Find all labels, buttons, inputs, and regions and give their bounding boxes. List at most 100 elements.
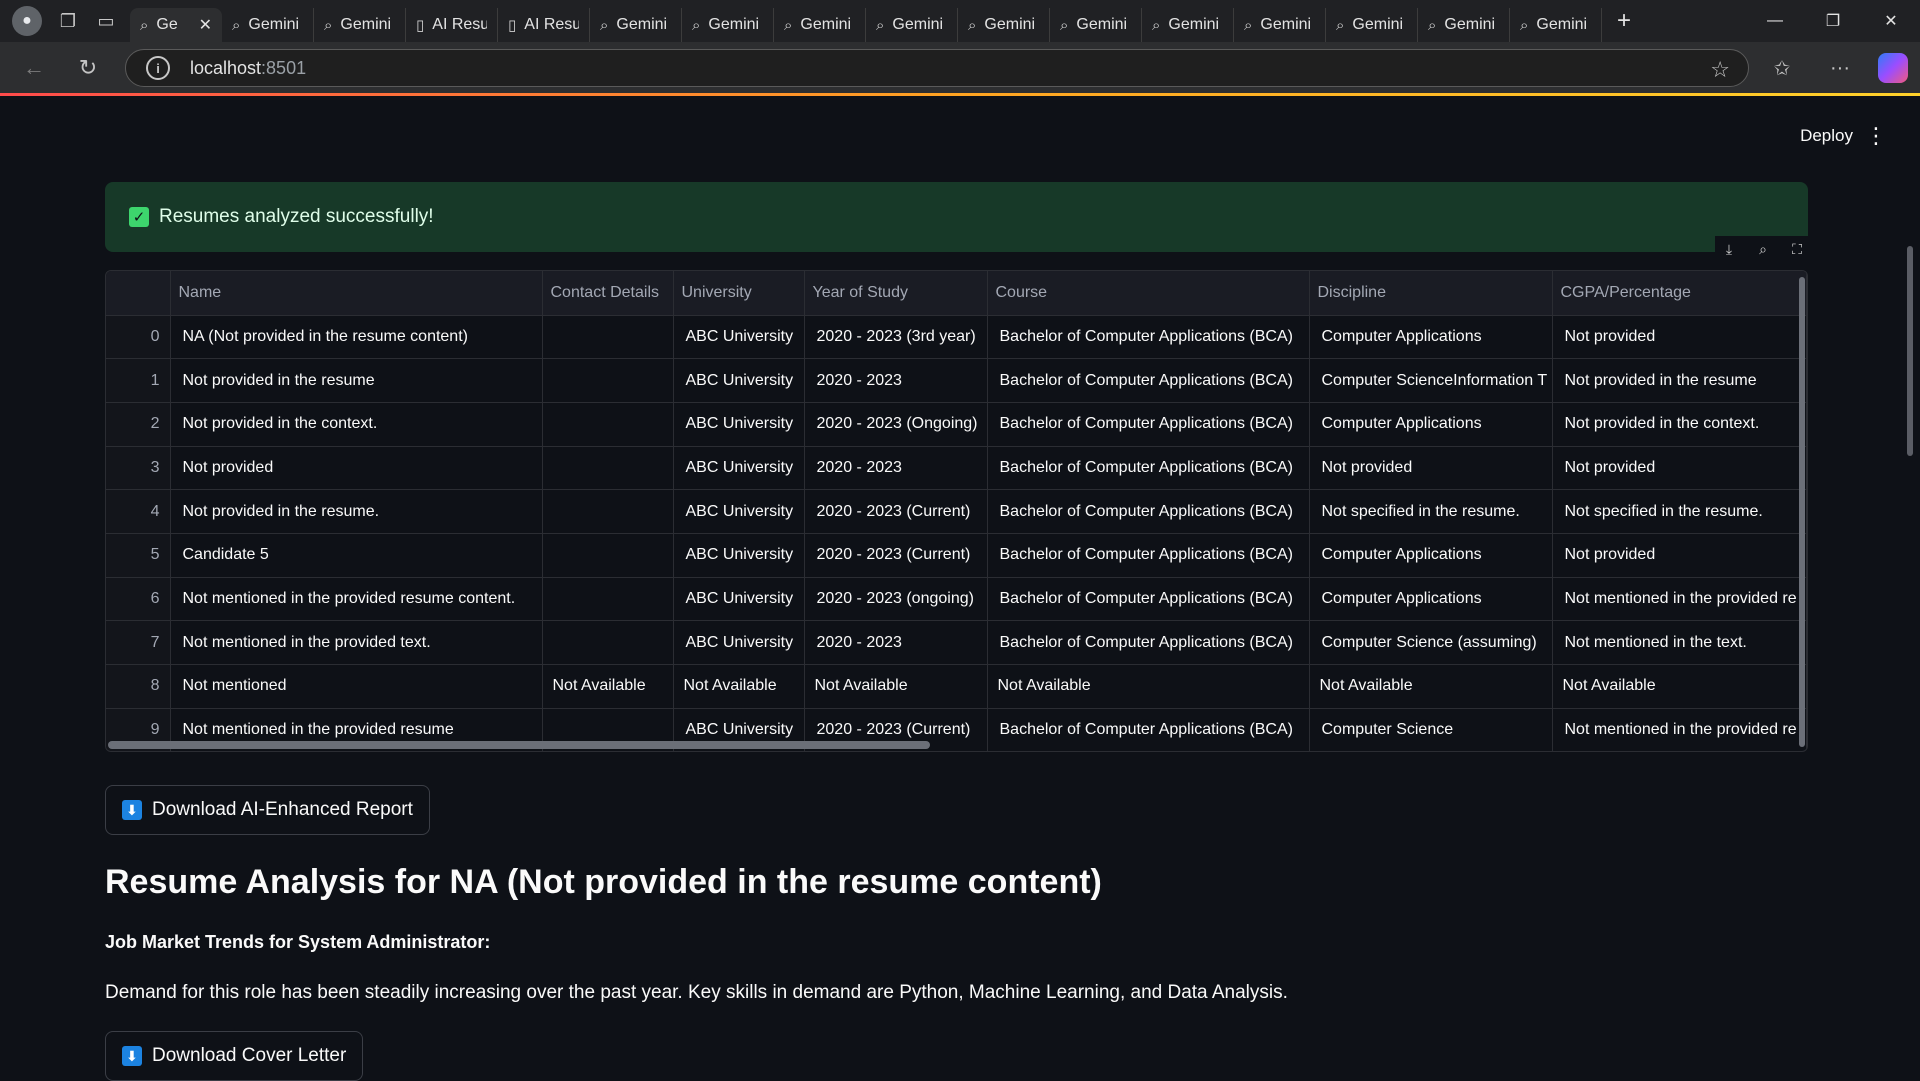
table-cell[interactable]: [542, 620, 674, 665]
browser-tab[interactable]: ⌕ Gemini: [1234, 8, 1326, 42]
table-cell[interactable]: Not specified in the resume.: [1552, 489, 1807, 534]
table-cell[interactable]: 2020 - 2023 (3rd year): [804, 315, 988, 360]
table-cell[interactable]: Not mentioned in the text.: [1552, 620, 1807, 665]
browser-tab[interactable]: ⌕ Gemini: [1050, 8, 1142, 42]
table-cell[interactable]: Not Available: [1309, 664, 1553, 709]
table-cell[interactable]: Not provided in the resume: [1552, 358, 1807, 403]
table-cell[interactable]: [542, 577, 674, 622]
close-tab-icon[interactable]: ✕: [199, 15, 212, 35]
table-cell[interactable]: ABC University: [673, 489, 805, 534]
table-cell[interactable]: ABC University: [673, 315, 805, 360]
table-cell[interactable]: ABC University: [673, 446, 805, 491]
table-row[interactable]: 4 Not provided in the resume. ABC Universi…: [106, 489, 1807, 534]
table-cell[interactable]: Not provided: [1309, 446, 1553, 491]
table-cell[interactable]: Bachelor of Computer Applications (BCA): [987, 402, 1310, 447]
table-cell[interactable]: Not Available: [804, 664, 988, 709]
table-cell[interactable]: [542, 402, 674, 447]
site-info-icon[interactable]: i: [146, 56, 170, 80]
table-cell[interactable]: Not mentioned in the provided re: [1552, 708, 1807, 751]
table-cell[interactable]: Not Available: [542, 664, 674, 709]
table-cell[interactable]: Not provided in the resume.: [170, 489, 543, 534]
table-cell[interactable]: Computer Applications: [1309, 533, 1553, 578]
table-cell[interactable]: [542, 315, 674, 360]
table-cell[interactable]: ABC University: [673, 577, 805, 622]
table-cell[interactable]: 2020 - 2023 (Ongoing): [804, 402, 988, 447]
table-cell[interactable]: Bachelor of Computer Applications (BCA): [987, 708, 1310, 751]
table-cell[interactable]: Bachelor of Computer Applications (BCA): [987, 315, 1310, 360]
table-row[interactable]: 6 Not mentioned in the provided resume co…: [106, 577, 1807, 622]
table-cell[interactable]: Not provided in the context.: [170, 402, 543, 447]
table-cell[interactable]: Not provided in the context.: [1552, 402, 1807, 447]
column-header[interactable]: Course: [987, 271, 1310, 316]
browser-tab[interactable]: ⌕ Gemini: [774, 8, 866, 42]
table-cell[interactable]: Not specified in the resume.: [1309, 489, 1553, 534]
table-cell[interactable]: Not mentioned: [170, 664, 543, 709]
more-options-icon[interactable]: ···: [1820, 48, 1860, 88]
url-bar[interactable]: i localhost:8501 ☆: [125, 49, 1749, 87]
table-cell[interactable]: NA (Not provided in the resume content): [170, 315, 543, 360]
table-cell[interactable]: Bachelor of Computer Applications (BCA): [987, 489, 1310, 534]
table-cell[interactable]: Bachelor of Computer Applications (BCA): [987, 577, 1310, 622]
table-cell[interactable]: Not mentioned in the provided text.: [170, 620, 543, 665]
browser-tab[interactable]: ▯ AI Resu: [498, 8, 590, 42]
table-cell[interactable]: 2020 - 2023 (Current): [804, 489, 988, 534]
table-cell[interactable]: 2020 - 2023: [804, 446, 988, 491]
table-cell[interactable]: Bachelor of Computer Applications (BCA): [987, 358, 1310, 403]
table-cell[interactable]: Computer Science (assuming): [1309, 620, 1553, 665]
table-cell[interactable]: Not provided: [1552, 533, 1807, 578]
main-menu-icon[interactable]: ⋮: [1865, 123, 1887, 149]
search-icon[interactable]: ⌕: [1749, 236, 1777, 262]
table-cell[interactable]: 2020 - 2023: [804, 358, 988, 403]
table-cell[interactable]: Computer Applications: [1309, 577, 1553, 622]
minimize-icon[interactable]: —: [1746, 0, 1804, 42]
horizontal-scrollbar[interactable]: [108, 741, 930, 749]
table-cell[interactable]: Bachelor of Computer Applications (BCA): [987, 446, 1310, 491]
table-cell[interactable]: 2020 - 2023: [804, 620, 988, 665]
table-row[interactable]: 3 Not provided ABC University 2020 - 2023 Ba…: [106, 446, 1807, 491]
column-header[interactable]: University: [673, 271, 805, 316]
vertical-tabs-icon[interactable]: ▭: [94, 9, 118, 33]
table-row[interactable]: 0 NA (Not provided in the resume content)…: [106, 315, 1807, 360]
column-header[interactable]: CGPA/Percentage: [1552, 271, 1807, 316]
browser-tab[interactable]: ⌕ Gemini: [1418, 8, 1510, 42]
browser-tab[interactable]: ⌕ Gemini: [1510, 8, 1602, 42]
browser-tab[interactable]: ⌕ Gemini: [222, 8, 314, 42]
browser-tab[interactable]: ⌕ Gemini: [1142, 8, 1234, 42]
column-header[interactable]: Name: [170, 271, 543, 316]
copilot-icon[interactable]: [1878, 53, 1908, 83]
table-cell[interactable]: [542, 358, 674, 403]
download-cover-letter-button[interactable]: ⬇ Download Cover Letter: [105, 1031, 364, 1081]
table-cell[interactable]: Not Available: [987, 664, 1310, 709]
table-cell[interactable]: ABC University: [673, 533, 805, 578]
column-header[interactable]: [106, 271, 171, 316]
browser-tab[interactable]: ⌕ Gemini: [1326, 8, 1418, 42]
column-header[interactable]: Discipline: [1309, 271, 1553, 316]
table-cell[interactable]: ABC University: [673, 358, 805, 403]
table-cell[interactable]: [542, 489, 674, 534]
column-header[interactable]: Year of Study: [804, 271, 988, 316]
table-cell[interactable]: Not Available: [1552, 664, 1807, 709]
profile-avatar-icon[interactable]: ●: [12, 6, 42, 36]
table-cell[interactable]: Computer Science: [1309, 708, 1553, 751]
download-icon[interactable]: ⤓: [1715, 236, 1743, 262]
table-cell[interactable]: Computer ScienceInformation T: [1309, 358, 1553, 403]
table-cell[interactable]: Bachelor of Computer Applications (BCA): [987, 533, 1310, 578]
browser-tab[interactable]: ▯ AI Resu: [406, 8, 498, 42]
table-cell[interactable]: Not mentioned in the provided re: [1552, 577, 1807, 622]
browser-tab[interactable]: ⌕ Gemini: [866, 8, 958, 42]
table-row[interactable]: 8 Not mentioned Not Available Not Available…: [106, 664, 1807, 709]
table-cell[interactable]: Not provided: [1552, 315, 1807, 360]
deploy-button[interactable]: Deploy: [1800, 126, 1853, 146]
browser-tab[interactable]: ⌕ Gemini: [958, 8, 1050, 42]
fullscreen-icon[interactable]: ⛶: [1783, 236, 1811, 262]
table-row[interactable]: 1 Not provided in the resume ABC Universit…: [106, 358, 1807, 403]
table-cell[interactable]: Not provided in the resume: [170, 358, 543, 403]
table-cell[interactable]: Computer Applications: [1309, 402, 1553, 447]
table-cell[interactable]: Not Available: [673, 664, 805, 709]
table-cell[interactable]: Bachelor of Computer Applications (BCA): [987, 620, 1310, 665]
table-cell[interactable]: 2020 - 2023 (Current): [804, 533, 988, 578]
table-cell[interactable]: [542, 446, 674, 491]
table-cell[interactable]: [542, 533, 674, 578]
browser-tab[interactable]: ⌕ Ge ✕: [130, 8, 222, 42]
workspaces-icon[interactable]: ❐: [56, 9, 80, 33]
